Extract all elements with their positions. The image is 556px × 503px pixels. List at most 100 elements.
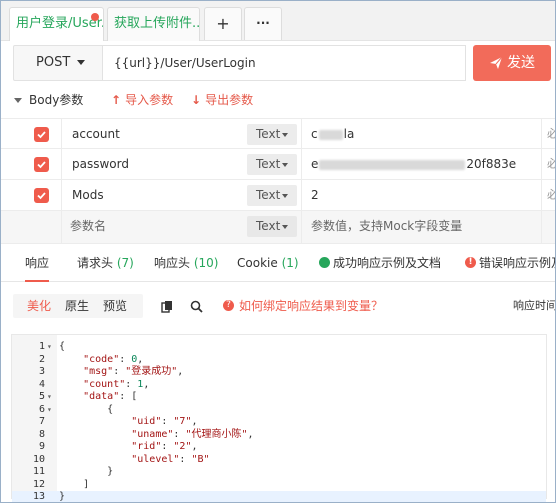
param-value-placeholder[interactable]: 参数值，支持Mock字段变量 bbox=[311, 211, 462, 241]
param-required-label: 必 bbox=[547, 119, 555, 149]
param-value-suffix: la bbox=[343, 127, 355, 141]
param-value[interactable]: e 20f883e bbox=[311, 149, 516, 179]
arrow-down-icon: ↓ bbox=[191, 93, 202, 107]
param-required-label: 必 bbox=[547, 149, 555, 179]
url-input[interactable]: {{url}}/User/UserLogin bbox=[102, 45, 466, 81]
param-row: account Text c la 必 bbox=[1, 118, 555, 149]
caret-down-icon bbox=[282, 224, 289, 229]
code-line: 12 ] bbox=[12, 479, 546, 492]
code-line: 13} bbox=[12, 491, 546, 502]
param-type-select[interactable]: Text bbox=[247, 216, 297, 237]
line-number: 8 bbox=[38, 428, 45, 440]
more-icon: ··· bbox=[256, 16, 270, 30]
fold-toggle-icon[interactable]: ▾ bbox=[47, 404, 52, 417]
line-number: 3 bbox=[38, 366, 45, 377]
tab-label: 请求头 bbox=[77, 256, 114, 270]
tab-get-attachment[interactable]: 获取上传附件... bbox=[107, 7, 200, 41]
param-checkbox[interactable] bbox=[34, 157, 49, 172]
param-type-label: Text bbox=[256, 157, 281, 171]
tab-error-example[interactable]: ! 错误响应示例及 bbox=[465, 246, 556, 280]
code-text: } bbox=[59, 491, 66, 502]
tab-label: 错误响应示例及 bbox=[479, 256, 556, 270]
arrow-up-icon: ↑ bbox=[111, 93, 122, 107]
line-number: 4 bbox=[38, 378, 45, 390]
check-icon bbox=[37, 131, 46, 139]
caret-down-icon bbox=[282, 193, 289, 198]
search-icon[interactable] bbox=[190, 300, 203, 313]
import-params-button[interactable]: ↑ 导入参数 bbox=[111, 88, 173, 112]
fold-toggle-icon[interactable]: ▾ bbox=[47, 391, 52, 404]
collapse-triangle-icon[interactable] bbox=[14, 98, 22, 103]
param-value[interactable]: c la bbox=[311, 119, 354, 149]
export-params-button[interactable]: ↓ 导出参数 bbox=[191, 88, 253, 112]
body-params-header: Body参数 ↑ 导入参数 ↓ 导出参数 bbox=[1, 88, 555, 114]
param-checkbox[interactable] bbox=[34, 188, 49, 203]
add-tab-button[interactable]: + bbox=[204, 7, 242, 40]
code-line: 1 ▾ { bbox=[12, 341, 546, 354]
line-number: 11 bbox=[32, 466, 45, 477]
tab-count: (7) bbox=[116, 256, 134, 270]
send-icon bbox=[490, 56, 503, 69]
param-type-select[interactable]: Text bbox=[247, 124, 297, 145]
method-select[interactable]: POST bbox=[13, 45, 103, 81]
param-type-select[interactable]: Text bbox=[247, 185, 297, 206]
plus-icon: + bbox=[216, 14, 230, 33]
bind-response-help-link[interactable]: ? 如何绑定响应结果到变量？ bbox=[223, 294, 383, 318]
unsaved-dot-icon bbox=[91, 13, 99, 21]
code-text: "uid": "7", bbox=[131, 416, 198, 427]
param-name[interactable]: password bbox=[72, 149, 129, 179]
code-text: { bbox=[59, 341, 66, 352]
line-number: 5 bbox=[38, 391, 45, 402]
param-checkbox[interactable] bbox=[34, 127, 49, 142]
format-preview-button[interactable]: 预览 bbox=[103, 294, 127, 318]
line-number: 6 bbox=[38, 403, 45, 415]
code-line: 2 "code": 0, bbox=[12, 354, 546, 367]
code-text: "rid": "2", bbox=[131, 441, 198, 452]
param-value[interactable]: 2 bbox=[311, 180, 319, 210]
line-number: 1 bbox=[38, 341, 45, 352]
param-name[interactable]: account bbox=[72, 119, 120, 149]
line-number: 7 bbox=[38, 416, 45, 427]
request-bar: POST {{url}}/User/UserLogin 发送 bbox=[1, 41, 555, 88]
tab-user-login[interactable]: 用户登录/User... bbox=[9, 7, 104, 42]
code-line: 4 "count": 1, bbox=[12, 379, 546, 392]
param-name-placeholder[interactable]: 参数名 bbox=[70, 211, 106, 241]
code-text: "msg": "登录成功", bbox=[83, 366, 184, 377]
param-type-label: Text bbox=[256, 188, 281, 202]
fold-toggle-icon[interactable]: ▾ bbox=[47, 341, 52, 354]
copy-icon[interactable] bbox=[161, 300, 174, 313]
code-line: 8 "uname": "代理商小陈", bbox=[12, 429, 546, 442]
method-label: POST bbox=[36, 55, 71, 70]
tab-response[interactable]: 响应 bbox=[25, 246, 50, 282]
caret-down-icon bbox=[77, 60, 86, 65]
help-text: 如何绑定响应结果到变量？ bbox=[239, 299, 384, 313]
tab-response-headers[interactable]: 响应头 (10) bbox=[154, 246, 218, 280]
params-table: account Text c la 必 password Text e 20f883… bbox=[1, 118, 555, 244]
more-tabs-button[interactable]: ··· bbox=[244, 7, 282, 40]
tab-request-headers[interactable]: 请求头 (7) bbox=[77, 246, 134, 280]
error-circle-icon: ! bbox=[465, 257, 476, 268]
tab-success-example[interactable]: 成功响应示例及文档 bbox=[319, 246, 441, 280]
code-text: "ulevel": "B" bbox=[131, 453, 210, 465]
param-value-prefix: e bbox=[311, 157, 319, 171]
param-value-prefix: 2 bbox=[311, 188, 319, 202]
send-button[interactable]: 发送 bbox=[473, 45, 551, 81]
format-raw-button[interactable]: 原生 bbox=[65, 294, 89, 318]
param-row: password Text e 20f883e 必 bbox=[1, 149, 555, 180]
question-icon: ? bbox=[223, 300, 234, 311]
param-type-select[interactable]: Text bbox=[247, 154, 297, 175]
tab-label: 响应 bbox=[25, 256, 50, 270]
response-time-label: 响应时间 bbox=[513, 299, 556, 312]
param-row-new: 参数名 Text 参数值，支持Mock字段变量 bbox=[1, 211, 555, 244]
tab-cookie[interactable]: Cookie (1) bbox=[237, 246, 299, 280]
tab-count: (10) bbox=[193, 256, 219, 270]
response-code-editor[interactable]: 1 ▾{2 "code": 0, 3 "msg": "登录成功", 4 "count"… bbox=[11, 334, 547, 502]
check-circle-icon bbox=[319, 257, 330, 268]
tab-label: 获取上传附件... bbox=[114, 16, 200, 31]
param-name[interactable]: Mods bbox=[72, 180, 104, 210]
format-pretty-button[interactable]: 美化 bbox=[27, 294, 51, 318]
param-required-label: 必 bbox=[547, 180, 555, 210]
redacted-blur bbox=[318, 129, 343, 140]
code-line: 3 "msg": "登录成功", bbox=[12, 366, 546, 379]
check-icon bbox=[37, 192, 46, 200]
